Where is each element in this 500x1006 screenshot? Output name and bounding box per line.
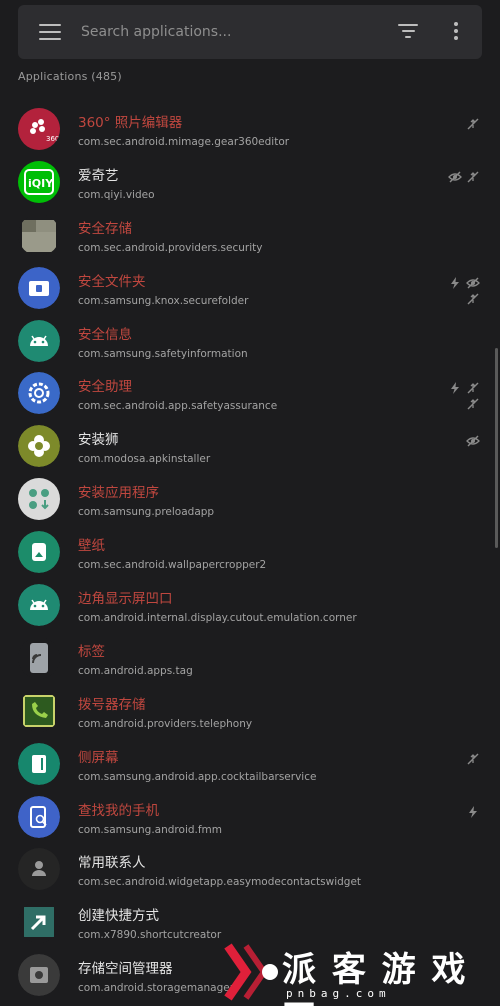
app-list-item[interactable]: 拨号器存储 com.android.providers.telephony	[0, 685, 500, 738]
no-internet-icon	[466, 117, 480, 131]
section-header: Applications (485)	[18, 70, 122, 83]
app-list-item[interactable]: 安全文件夹 com.samsung.knox.securefolder	[0, 262, 500, 315]
android-icon	[18, 319, 60, 362]
no-internet-icon	[466, 752, 480, 766]
watermark-url: pnbag.com	[286, 987, 391, 1000]
tag-icon	[18, 636, 60, 679]
app-package-name: com.qiyi.video	[78, 188, 155, 201]
filter-icon[interactable]	[398, 24, 418, 40]
shortcut-icon	[18, 901, 60, 944]
app-list: 360 360° 照片编辑器 com.sec.android.mimage.gear…	[0, 103, 500, 1002]
phone-icon	[18, 689, 60, 732]
app-name: 查找我的手机	[78, 802, 159, 819]
app-name: 安全存储	[78, 220, 132, 237]
no-internet-icon	[466, 381, 480, 395]
app-flags	[440, 117, 480, 153]
storage-manager-icon	[18, 954, 60, 997]
app-name: 拨号器存储	[78, 696, 146, 713]
app-package-name: com.android.internal.display.cutout.emul…	[78, 612, 357, 625]
app-name: 360° 照片编辑器	[78, 115, 183, 131]
app-list-item[interactable]: 安全信息 com.samsung.safetyinformation	[0, 315, 500, 368]
boot-icon	[448, 381, 462, 395]
hidden-icon	[466, 276, 480, 290]
search-bar	[18, 5, 482, 59]
app-name: 壁纸	[78, 538, 105, 555]
menu-icon[interactable]	[39, 24, 61, 40]
wallpaper-icon	[18, 531, 60, 574]
preload-app-icon	[18, 478, 60, 521]
app-list-item[interactable]: 查找我的手机 com.samsung.android.fmm	[0, 791, 500, 844]
app-name: 标签	[78, 643, 105, 660]
app-package-name: com.x7890.shortcutcreator	[78, 929, 222, 942]
app-name: 安全助理	[78, 379, 132, 396]
app-flags	[440, 434, 480, 470]
photo-editor-360-icon: 360	[18, 108, 60, 150]
app-name: 边角显示屏凹口	[78, 591, 173, 608]
svg-text:iQIY: iQIY	[28, 177, 54, 190]
app-flags	[440, 752, 480, 788]
app-package-name: com.samsung.preloadapp	[78, 506, 215, 519]
app-package-name: com.sec.android.wallpapercropper2	[78, 559, 267, 572]
app-name: 安全文件夹	[78, 273, 146, 290]
app-name: 安装狮	[78, 432, 119, 449]
app-name: 创建快捷方式	[78, 908, 159, 925]
app-name: 存储空间管理器	[78, 961, 173, 978]
app-package-name: com.sec.android.mimage.gear360editor	[78, 136, 290, 148]
app-list-item[interactable]: 安装狮 com.modosa.apkinstaller	[0, 420, 500, 473]
app-package-name: com.sec.android.app.safetyassurance	[78, 400, 278, 413]
app-flags	[440, 381, 480, 417]
app-list-item[interactable]: iQIY 爱奇艺 com.qiyi.video	[0, 156, 500, 209]
android-icon	[18, 584, 60, 627]
app-list-item[interactable]: 360 360° 照片编辑器 com.sec.android.mimage.gear…	[0, 103, 500, 156]
app-list-item[interactable]: 边角显示屏凹口 com.android.internal.display.cuto…	[0, 579, 500, 632]
safety-settings-icon	[18, 372, 60, 415]
app-list-item[interactable]: 标签 com.android.apps.tag	[0, 632, 500, 685]
app-list-item[interactable]: 安装应用程序 com.samsung.preloadapp	[0, 473, 500, 526]
watermark-logo-icon	[224, 943, 278, 1001]
app-package-name: com.sec.android.providers.security	[78, 241, 263, 254]
app-package-name: com.android.storagemanager	[78, 982, 235, 995]
no-internet-icon	[466, 397, 480, 411]
security-storage-icon	[18, 213, 60, 256]
scrollbar[interactable]	[495, 348, 498, 548]
app-package-name: com.samsung.knox.securefolder	[78, 294, 249, 307]
app-name: 常用联系人	[78, 855, 146, 872]
app-flags	[440, 170, 480, 206]
app-flags	[440, 805, 480, 841]
no-internet-icon	[466, 170, 480, 184]
app-list-item[interactable]: 安全助理 com.sec.android.app.safetyassurance	[0, 367, 500, 420]
no-internet-icon	[466, 292, 480, 306]
contact-icon	[18, 848, 60, 891]
iqiyi-icon: iQIY	[18, 160, 60, 203]
boot-icon	[448, 276, 462, 290]
app-list-item[interactable]: 安全存储 com.sec.android.providers.security	[0, 209, 500, 262]
svg-text:360: 360	[46, 135, 59, 143]
app-list-item[interactable]: 常用联系人 com.sec.android.widgetapp.easymodec…	[0, 843, 500, 896]
app-package-name: com.samsung.android.fmm	[78, 823, 223, 836]
watermark: 派 客 游 戏 网 pnbag.com	[222, 938, 500, 1006]
app-package-name: com.sec.android.widgetapp.easymodecontac…	[78, 876, 362, 889]
app-package-name: com.modosa.apkinstaller	[78, 453, 211, 466]
app-name: 爱奇艺	[78, 167, 119, 184]
boot-icon	[466, 805, 480, 819]
search-input[interactable]	[81, 17, 381, 47]
app-flags	[440, 276, 480, 312]
hidden-icon	[448, 170, 462, 184]
hidden-icon	[466, 434, 480, 448]
find-my-mobile-icon	[18, 795, 60, 838]
app-name: 安全信息	[78, 326, 132, 343]
app-package-name: com.samsung.android.app.cocktailbarservi…	[78, 770, 317, 783]
app-list-item[interactable]: 壁纸 com.sec.android.wallpapercropper2	[0, 526, 500, 579]
app-name: 侧屏幕	[78, 749, 119, 766]
edge-screen-icon	[18, 742, 60, 785]
more-options-icon[interactable]	[453, 22, 459, 42]
app-package-name: com.android.providers.telephony	[78, 717, 253, 730]
app-package-name: com.samsung.safetyinformation	[78, 347, 248, 360]
app-package-name: com.android.apps.tag	[78, 664, 193, 677]
apk-installer-icon	[18, 425, 60, 468]
app-name: 安装应用程序	[78, 485, 159, 502]
secure-folder-icon	[18, 266, 60, 309]
app-list-item[interactable]: 侧屏幕 com.samsung.android.app.cocktailbarse…	[0, 738, 500, 791]
